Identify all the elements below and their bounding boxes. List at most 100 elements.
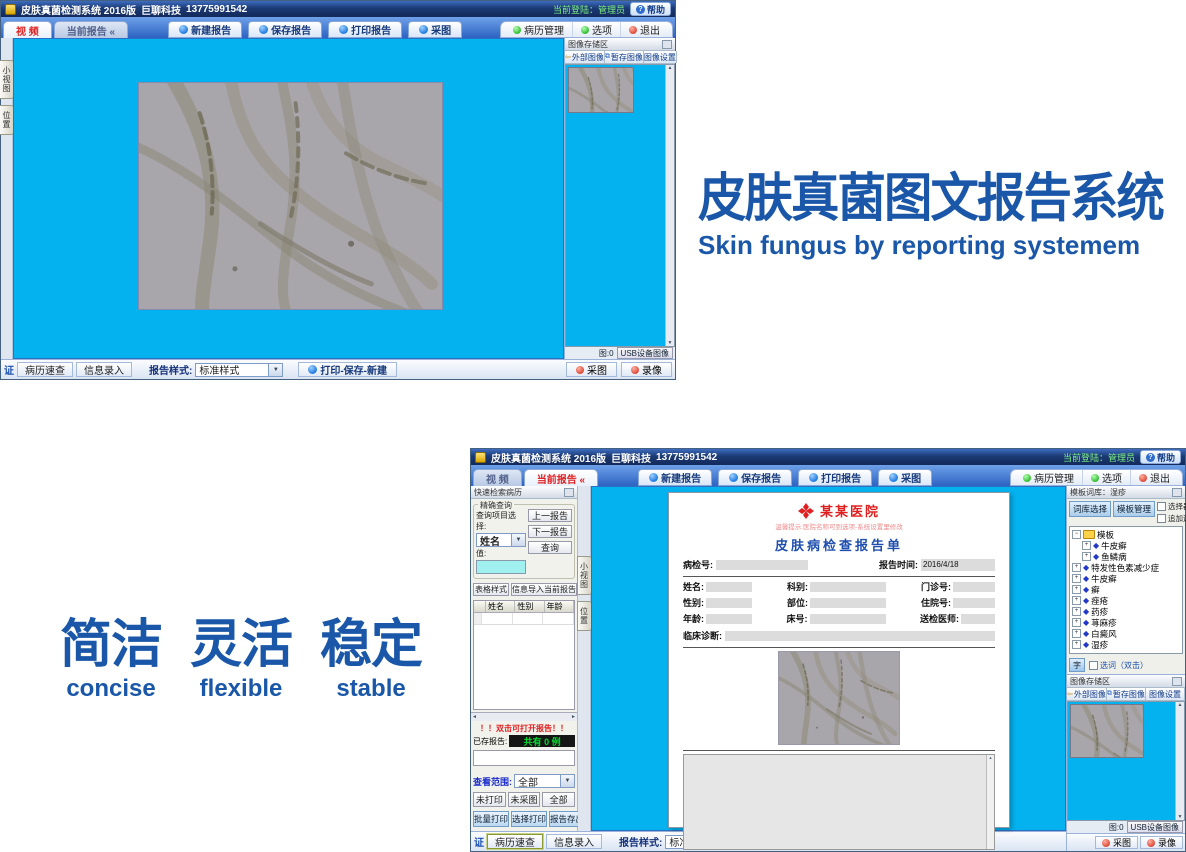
capture-button[interactable]: 采图: [878, 469, 932, 486]
dept-field[interactable]: [810, 582, 886, 592]
next-report-button[interactable]: 下一报告: [528, 525, 572, 538]
query-button[interactable]: 查询: [528, 541, 572, 554]
chevron-down-icon[interactable]: ▼: [268, 364, 282, 376]
quick-search-button[interactable]: 病历速查: [17, 362, 73, 377]
tree-node[interactable]: +◆牛皮癣: [1082, 540, 1180, 551]
table-hscrollbar[interactable]: ◄ ►: [471, 712, 577, 721]
capture-image-button[interactable]: 采图: [1095, 836, 1138, 849]
tree-node[interactable]: +◆白癜风: [1072, 628, 1180, 639]
record-video-button[interactable]: 录像: [621, 362, 672, 377]
side-tab-smallview[interactable]: 小视图: [0, 60, 14, 99]
capture-image-button[interactable]: 采图: [566, 362, 617, 377]
append-checkbox[interactable]: 追加选入: [1157, 513, 1186, 524]
text-scrollbar[interactable]: ▲: [986, 755, 994, 849]
diagnosis-field[interactable]: [725, 631, 995, 641]
tree-node[interactable]: +◆癣: [1072, 584, 1180, 595]
tree-node-root[interactable]: −模板: [1072, 529, 1180, 540]
query-field-select[interactable]: 姓名 ▼: [476, 533, 526, 547]
micrograph-thumbnail[interactable]: [568, 67, 634, 113]
options-button[interactable]: 选项: [1083, 470, 1131, 485]
tab-video[interactable]: 视 频: [3, 21, 52, 38]
name-field[interactable]: [706, 582, 752, 592]
exit-button[interactable]: 退出: [1131, 470, 1178, 485]
expand-icon[interactable]: +: [1072, 607, 1081, 616]
expand-icon[interactable]: +: [1072, 574, 1081, 583]
template-manage-button[interactable]: 模板管理: [1113, 501, 1155, 517]
report-micrograph-image[interactable]: [778, 651, 900, 745]
expand-icon[interactable]: +: [1072, 563, 1081, 572]
chevron-down-icon[interactable]: ▼: [560, 775, 574, 787]
gender-field[interactable]: [706, 598, 752, 608]
scroll-up-icon[interactable]: ▲: [1178, 702, 1183, 708]
save-report-button[interactable]: 保存报告: [248, 21, 322, 38]
select-print-button[interactable]: 选择打印: [511, 811, 547, 827]
image-settings-button[interactable]: 图像设置: [1146, 688, 1185, 700]
temp-image-button[interactable]: ⧉暂存图像: [1107, 688, 1146, 700]
scroll-up-icon[interactable]: ▲: [989, 755, 993, 760]
table-style-button[interactable]: 表格样式: [473, 583, 509, 596]
filter-all-button[interactable]: 全部: [542, 792, 575, 807]
help-button[interactable]: ? 帮助: [630, 2, 671, 16]
external-image-button[interactable]: ⇦外部图像: [565, 51, 605, 63]
save-report-button[interactable]: 保存报告: [718, 469, 792, 486]
temp-image-button[interactable]: ⧉暂存图像: [605, 51, 644, 63]
tree-node[interactable]: +◆湿疹: [1072, 639, 1180, 650]
age-field[interactable]: [706, 614, 752, 624]
side-tab-position[interactable]: 位置: [0, 105, 14, 135]
micrograph-thumbnail[interactable]: [1070, 704, 1144, 758]
import-info-button[interactable]: 信息导入当前报告: [511, 583, 577, 596]
scroll-down-icon[interactable]: ▼: [1178, 814, 1183, 820]
filter-uncaptured-button[interactable]: 未采图: [508, 792, 541, 807]
side-tab-position[interactable]: 位置: [577, 601, 592, 631]
info-entry-button[interactable]: 信息录入: [546, 834, 602, 849]
pick-word-checkbox[interactable]: 选词（双击）: [1089, 660, 1148, 671]
help-button[interactable]: ? 帮助: [1140, 450, 1181, 464]
view-range-select[interactable]: 全部 ▼: [514, 774, 575, 788]
image-settings-button[interactable]: 图像设置: [644, 51, 677, 63]
report-findings-textarea[interactable]: ▲: [683, 754, 995, 850]
report-style-select[interactable]: 标准样式 ▼: [195, 363, 283, 377]
collapse-icon[interactable]: −: [1072, 530, 1081, 539]
usb-device-button[interactable]: USB设备图像: [1127, 821, 1183, 833]
scroll-down-icon[interactable]: ▼: [668, 340, 673, 346]
print-report-button[interactable]: 打印报告: [328, 21, 402, 38]
storage-scrollbar[interactable]: ▲▼: [1175, 702, 1184, 820]
external-image-button[interactable]: ⇦外部图像: [1067, 688, 1107, 700]
lexicon-select-button[interactable]: 词库选择: [1069, 501, 1111, 517]
expand-icon[interactable]: +: [1072, 585, 1081, 594]
expand-icon[interactable]: +: [1082, 552, 1091, 561]
expand-icon[interactable]: +: [1072, 640, 1081, 649]
report-time-field[interactable]: 2016/4/18: [921, 559, 995, 571]
new-report-button[interactable]: 新建报告: [168, 21, 242, 38]
expand-icon[interactable]: +: [1072, 596, 1081, 605]
side-tab-smallview[interactable]: 小视图: [577, 556, 592, 595]
tree-node[interactable]: +◆药疹: [1072, 606, 1180, 617]
query-value-input[interactable]: [476, 560, 526, 574]
tab-current-report[interactable]: 当前报告 «: [524, 469, 598, 486]
storage-scrollbar[interactable]: ▲▼: [665, 65, 674, 346]
tree-node[interactable]: +◆牛皮癣: [1072, 573, 1180, 584]
quick-search-button[interactable]: 病历速查: [487, 834, 543, 849]
scroll-right-icon[interactable]: ►: [571, 714, 576, 720]
inpatient-field[interactable]: [953, 598, 995, 608]
panel-collapse-icon[interactable]: [1172, 677, 1182, 686]
scroll-up-icon[interactable]: ▲: [668, 65, 673, 71]
doctor-field[interactable]: [961, 614, 995, 624]
exit-button[interactable]: 退出: [621, 22, 668, 37]
batch-print-button[interactable]: 批量打印: [473, 811, 509, 827]
capture-button[interactable]: 采图: [408, 21, 462, 38]
new-report-button[interactable]: 新建报告: [638, 469, 712, 486]
col-age[interactable]: 年龄: [545, 601, 574, 612]
records-manage-button[interactable]: 病历管理: [505, 22, 573, 37]
chevron-down-icon[interactable]: ▼: [511, 534, 525, 546]
expand-icon[interactable]: +: [1072, 629, 1081, 638]
panel-collapse-icon[interactable]: [1172, 488, 1182, 497]
records-manage-button[interactable]: 病历管理: [1015, 470, 1083, 485]
bed-field[interactable]: [810, 614, 886, 624]
filter-unprinted-button[interactable]: 未打印: [473, 792, 506, 807]
panel-collapse-icon[interactable]: [662, 40, 672, 49]
panel-collapse-icon[interactable]: [564, 488, 574, 497]
part-field[interactable]: [810, 598, 886, 608]
prev-report-button[interactable]: 上一报告: [528, 509, 572, 522]
tab-current-report[interactable]: 当前报告 «: [54, 21, 128, 38]
